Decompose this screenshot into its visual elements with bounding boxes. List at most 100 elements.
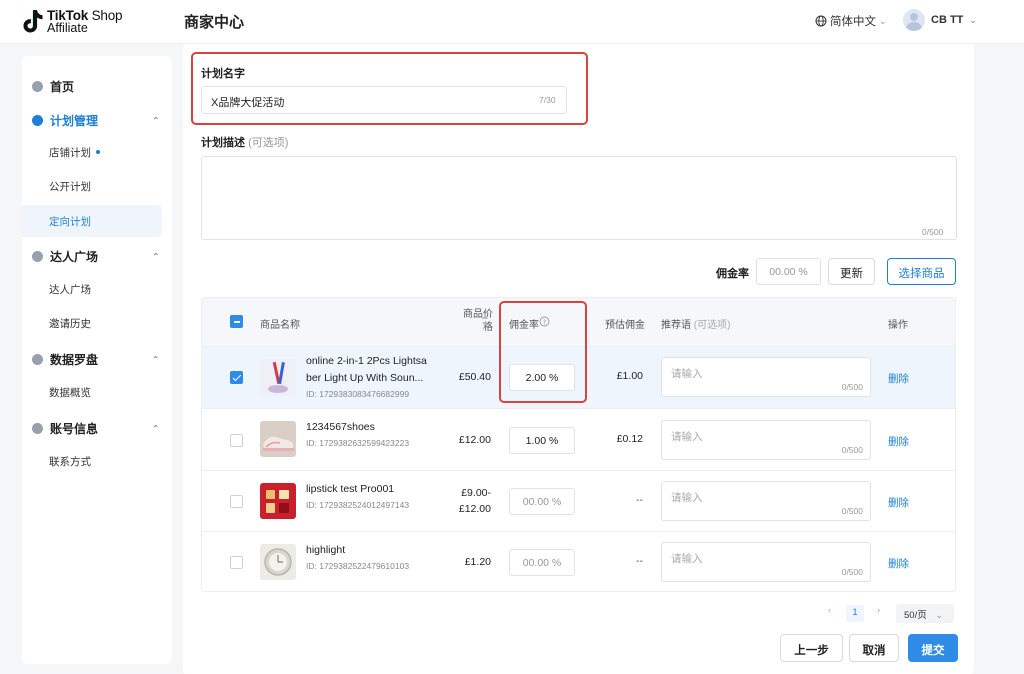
product-table: 商品名称 商品价 格 佣金率 ? 预估佣金 推荐语 (可选项) 操作 onlin… xyxy=(201,297,956,592)
prev-page-icon[interactable]: ‹ xyxy=(828,605,831,616)
sidebar-item-public-plan[interactable]: 公开计划 xyxy=(22,170,162,202)
sidebar-group-label: 账号信息 xyxy=(50,421,99,436)
sidebar-item-targeted-plan[interactable]: 定向计划 xyxy=(22,205,162,237)
update-button[interactable]: 更新 xyxy=(828,258,875,285)
sidebar-item-home[interactable]: 首页 xyxy=(22,72,172,100)
recommendation-input[interactable]: 请输入 0/500 xyxy=(661,357,871,397)
user-menu[interactable]: CB TT ⌄ xyxy=(903,9,977,31)
sidebar-item-creator-square[interactable]: 达人广场 xyxy=(22,273,162,305)
compass-icon xyxy=(32,353,43,365)
row-checkbox[interactable] xyxy=(230,371,243,384)
row-checkbox[interactable] xyxy=(230,495,243,508)
user-name: CB TT xyxy=(931,14,964,26)
sidebar-group-label: 计划管理 xyxy=(50,113,99,128)
delete-link[interactable]: 删除 xyxy=(888,371,909,386)
previous-step-button[interactable]: 上一步 xyxy=(780,634,843,662)
product-thumbnail xyxy=(260,483,296,519)
table-row[interactable]: highlight ID: 1729382522479610103 £1.20 … xyxy=(202,531,955,591)
avatar xyxy=(903,9,925,31)
sidebar-group-data-compass[interactable]: 数据罗盘 ⌄ xyxy=(22,345,172,373)
commission-rate-label: 佣金率 xyxy=(716,268,749,280)
logo-line-2: Affiliate xyxy=(47,21,88,35)
row-commission-rate-input[interactable]: 1.00 % xyxy=(509,427,575,454)
sidebar-group-creator-square[interactable]: 达人广场 ⌄ xyxy=(22,242,172,270)
product-name-line1: online 2-in-1 2Pcs Lightsa xyxy=(306,355,427,367)
column-header-action: 操作 xyxy=(888,320,908,331)
sidebar-item-label: 店铺计划 xyxy=(49,146,91,159)
sort-icon[interactable] xyxy=(482,315,488,326)
sidebar: 首页 计划管理 ⌄ 店铺计划 公开计划 定向计划 达人广场 ⌄ 达人广场 邀请历… xyxy=(22,56,172,664)
table-row[interactable]: online 2-in-1 2Pcs Lightsa ber Light Up … xyxy=(202,346,955,408)
plan-name-input[interactable]: X品牌大促活动 xyxy=(201,86,567,114)
optional-hint: (可选项) xyxy=(693,320,731,331)
plan-name-label: 计划名字 xyxy=(201,68,245,80)
product-name: lipstick test Pro001 xyxy=(306,481,394,498)
row-checkbox[interactable] xyxy=(230,556,243,569)
sidebar-group-account-info[interactable]: 账号信息 ⌄ xyxy=(22,414,172,442)
row-commission-rate-input[interactable]: 00.00 % xyxy=(509,488,575,515)
table-row[interactable]: 1234567shoes ID: 1729382632599423223 £12… xyxy=(202,408,955,470)
delete-link[interactable]: 删除 xyxy=(888,556,909,571)
product-name-line1: lipstick test Pro001 xyxy=(306,483,395,495)
commission-rate-input[interactable]: 00.00 % xyxy=(756,258,821,285)
product-name: online 2-in-1 2Pcs Lightsa ber Light Up … xyxy=(306,353,427,387)
column-header-rate: 佣金率 xyxy=(509,320,539,331)
page-number-current[interactable]: 1 xyxy=(846,605,864,622)
delete-link[interactable]: 删除 xyxy=(888,495,909,510)
submit-button[interactable]: 提交 xyxy=(908,634,958,662)
column-header-estimated-commission: 预估佣金 xyxy=(605,320,645,331)
help-icon[interactable]: ? xyxy=(539,316,550,327)
sidebar-item-invite-history[interactable]: 邀请历史 xyxy=(22,307,162,339)
chevron-up-icon: ⌄ xyxy=(152,423,160,433)
sidebar-group-plan-management[interactable]: 计划管理 ⌄ xyxy=(22,106,172,134)
recommendation-input[interactable]: 请输入 0/500 xyxy=(661,420,871,460)
language-label: 简体中文 xyxy=(830,16,876,28)
plan-name-value: X品牌大促活动 xyxy=(211,97,285,109)
select-all-checkbox[interactable] xyxy=(230,315,243,328)
sidebar-group-label: 数据罗盘 xyxy=(50,352,99,367)
sidebar-item-label: 联系方式 xyxy=(49,455,91,468)
cancel-button[interactable]: 取消 xyxy=(849,634,899,662)
product-id: ID: 1729383083476682999 xyxy=(306,389,410,399)
page-size-select[interactable]: 50/页 ⌄ xyxy=(896,604,954,623)
product-price-line1: £1.20 xyxy=(464,556,491,568)
column-header-recommendation-text: 推荐语 xyxy=(661,320,691,331)
column-header-name: 商品名称 xyxy=(260,320,300,331)
estimated-commission: -- xyxy=(636,555,643,567)
chevron-up-icon: ⌄ xyxy=(152,251,160,261)
top-header: TikTok Shop Affiliate 商家中心 简体中文 ⌄ CB TT … xyxy=(0,0,1024,44)
sidebar-item-label: 公开计划 xyxy=(49,180,91,193)
recommendation-input[interactable]: 请输入 0/500 xyxy=(661,481,871,521)
tiktok-note-icon xyxy=(23,10,43,33)
product-name-line1: highlight xyxy=(306,544,346,556)
row-commission-rate-input[interactable]: 2.00 % xyxy=(509,364,575,391)
next-page-icon[interactable]: › xyxy=(877,605,880,616)
chevron-up-icon: ⌄ xyxy=(152,354,160,364)
table-header: 商品名称 商品价 格 佣金率 ? 预估佣金 推荐语 (可选项) 操作 xyxy=(202,298,955,346)
chevron-down-icon: ⌄ xyxy=(879,15,887,26)
tiktok-shop-affiliate-logo[interactable]: TikTok Shop Affiliate xyxy=(22,7,142,37)
select-products-button[interactable]: 选择商品 xyxy=(887,258,956,285)
recommendation-input[interactable]: 请输入 0/500 xyxy=(661,542,871,582)
language-selector[interactable]: 简体中文 ⌄ xyxy=(815,13,887,29)
row-commission-rate-input[interactable]: 00.00 % xyxy=(509,549,575,576)
recommendation-placeholder: 请输入 xyxy=(671,553,703,565)
shoes-product-image xyxy=(260,421,296,457)
product-price-line1: £12.00 xyxy=(458,434,491,446)
product-thumbnail xyxy=(260,359,296,395)
sidebar-item-contact[interactable]: 联系方式 xyxy=(22,445,162,477)
delete-link[interactable]: 删除 xyxy=(888,434,909,449)
column-header-recommendation: 推荐语 (可选项) xyxy=(661,316,730,331)
plan-description-textarea[interactable] xyxy=(201,156,957,240)
product-price-line1: £9.00- xyxy=(461,487,491,499)
product-id: ID: 1729382522479610103 xyxy=(306,561,410,571)
product-price: £1.20 xyxy=(438,554,491,570)
sidebar-item-data-overview[interactable]: 数据概览 xyxy=(22,376,162,408)
row-checkbox[interactable] xyxy=(230,434,243,447)
sidebar-item-shop-plan[interactable]: 店铺计划 xyxy=(22,136,162,168)
highlight-product-image xyxy=(260,544,296,580)
table-row[interactable]: lipstick test Pro001 ID: 172938252401249… xyxy=(202,470,955,532)
sidebar-item-label: 定向计划 xyxy=(49,215,91,228)
product-name-line2: ber Light Up With Soun... xyxy=(306,372,424,384)
sidebar-item-label: 数据概览 xyxy=(49,386,91,399)
